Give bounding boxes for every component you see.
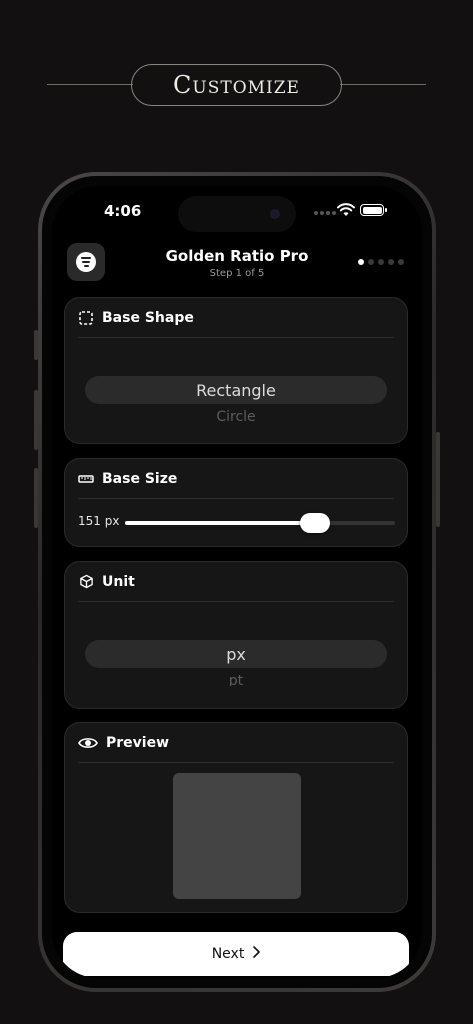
phone-frame: 4:06 Golden Ratio Pro Step 1 of 5 Base S… [38,172,436,992]
banner-line-left [47,84,133,85]
preview-card: Preview [64,722,408,913]
battery-icon [360,204,387,216]
cellular-signal-icon [314,211,336,215]
base-shape-header: Base Shape [78,298,394,338]
wifi-icon [337,203,355,216]
eye-icon [78,735,98,751]
camera-icon [270,209,280,219]
base-size-title: Base Size [102,470,178,487]
page-dot [368,259,374,265]
dashed-square-icon [78,310,94,326]
unit-header: Unit [78,562,394,602]
status-time: 4:06 [104,202,142,220]
base-size-card: Base Size 151 px [64,458,408,547]
chevron-right-icon [252,946,261,962]
base-shape-title: Base Shape [102,309,194,326]
preview-header: Preview [78,723,394,763]
page-dot [398,259,404,265]
base-size-slider[interactable] [125,513,395,533]
base-shape-picker-option[interactable]: Circle [85,408,387,422]
base-shape-picker-selected[interactable]: Rectangle [85,376,387,404]
unit-title: Unit [102,573,135,590]
unit-picker-option[interactable]: pt [85,672,387,686]
step-indicator-text: Step 1 of 5 [209,268,265,279]
slider-thumb[interactable] [300,513,331,533]
page-dot [388,259,394,265]
banner-title: Customize [131,64,342,106]
ruler-icon [78,471,94,487]
next-button[interactable]: Next [63,932,409,976]
page-dot [378,259,384,265]
cube-icon [78,574,94,590]
page-dot [358,259,364,265]
power-button [436,432,440,527]
dynamic-island [178,196,296,232]
base-size-value: 151 px [78,514,120,528]
base-shape-card: Base Shape Rectangle Circle [64,297,408,444]
unit-card: Unit px pt [64,561,408,709]
slider-fill [125,521,316,525]
preview-shape [173,773,301,899]
phone-screen: 4:06 Golden Ratio Pro Step 1 of 5 Base S… [52,186,422,978]
base-size-header: Base Size [78,459,394,499]
banner-line-right [340,84,426,85]
unit-picker-selected[interactable]: px [85,640,387,668]
next-label: Next [211,946,245,962]
page-dots [358,259,404,265]
preview-title: Preview [106,734,170,751]
phone-bezel: 4:06 Golden Ratio Pro Step 1 of 5 Base S… [42,176,432,988]
